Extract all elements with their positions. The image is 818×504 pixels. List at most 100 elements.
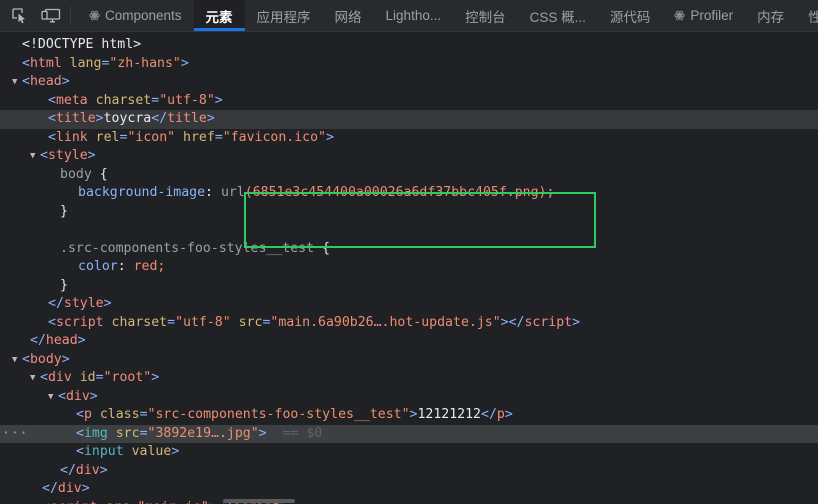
attr-name: src xyxy=(106,500,130,504)
dom-row-img-selected[interactable]: ···<img src="3892e19….jpg"> == $0 xyxy=(0,425,818,444)
space xyxy=(92,407,100,422)
attr-value: "3892e19….jpg" xyxy=(148,426,259,441)
dom-row-style-open[interactable]: ▼<style> xyxy=(0,147,818,166)
dom-row-div-root[interactable]: ▼<div id="root"> xyxy=(0,369,818,388)
dom-row-css-body-close[interactable]: } xyxy=(0,203,818,222)
tag-name: head xyxy=(30,74,62,89)
tag-name: style xyxy=(48,148,88,163)
dom-row-css-bg[interactable]: background-image: url(6851e3c454400a0002… xyxy=(0,184,818,203)
angle-close: > xyxy=(171,444,179,459)
dom-row-link[interactable]: <link rel="icon" href="favicon.ico"> xyxy=(0,129,818,148)
device-toolbar-icon[interactable] xyxy=(40,5,62,27)
space xyxy=(175,130,183,145)
dom-row-blank xyxy=(0,221,818,240)
tab-lighthouse[interactable]: Lightho... xyxy=(374,0,454,31)
dom-row-div-root-close[interactable]: </div> xyxy=(0,480,818,499)
tab-label: CSS 概... xyxy=(530,6,586,26)
tab-console[interactable]: 控制台 xyxy=(453,0,518,31)
dom-row-script-main[interactable]: <script src="main.js"></script> xyxy=(0,499,818,504)
space xyxy=(231,315,239,330)
chevron-down-icon[interactable]: ▼ xyxy=(12,73,22,92)
tab-label: Components xyxy=(105,8,182,23)
dom-row-css-body-sel[interactable]: body { xyxy=(0,166,818,185)
colon: : xyxy=(118,259,134,274)
angle-open: < xyxy=(48,93,56,108)
tab-performance[interactable]: 性能 xyxy=(796,0,818,31)
tab-components[interactable]: Components xyxy=(77,0,194,31)
space xyxy=(92,167,100,182)
dom-row-p[interactable]: <p class="src-components-foo-styles__tes… xyxy=(0,406,818,425)
tag-name: input xyxy=(84,444,124,459)
dom-row-css-test-sel[interactable]: .src-components-foo-styles__test { xyxy=(0,240,818,259)
angle-close: > xyxy=(104,296,112,311)
devtools-tabbar: Components 元素 应用程序 网络 Lightho... 控制台 CSS… xyxy=(0,0,818,32)
angle-open: < xyxy=(48,130,56,145)
dom-row-div-inner[interactable]: ▼<div> xyxy=(0,388,818,407)
dom-row-style-close[interactable]: </style> xyxy=(0,295,818,314)
tag-name: div xyxy=(58,481,82,496)
angle-open: < xyxy=(42,500,50,504)
dom-tree-pane[interactable]: <!DOCTYPE html> <html lang="zh-hans"> ▼<… xyxy=(0,32,818,504)
dom-row-title[interactable]: <title>toycra</title> xyxy=(0,110,818,129)
angle-open-slash: </ xyxy=(481,407,497,422)
tag-name: img xyxy=(84,426,108,441)
attr-value: "src-components-foo-styles__test" xyxy=(148,407,410,422)
tag-name: script xyxy=(56,315,104,330)
horizontal-scrollbar[interactable] xyxy=(223,499,295,503)
tab-profiler[interactable]: Profiler xyxy=(662,0,745,31)
dom-row-html[interactable]: <html lang="zh-hans"> xyxy=(0,55,818,74)
dom-row-css-test-close[interactable]: } xyxy=(0,277,818,296)
tab-application[interactable]: 应用程序 xyxy=(245,0,323,31)
attr-name: lang xyxy=(70,56,102,71)
dom-row-meta[interactable]: <meta charset="utf-8"> xyxy=(0,92,818,111)
dom-row-div-inner-close[interactable]: </div> xyxy=(0,462,818,481)
tag-name: script xyxy=(50,500,98,504)
tag-name: link xyxy=(56,130,88,145)
tag-name: head xyxy=(46,333,78,348)
tab-elements[interactable]: 元素 xyxy=(194,0,245,31)
tab-css-overview[interactable]: CSS 概... xyxy=(518,0,598,31)
breadcrumb-ellipsis[interactable]: ··· xyxy=(2,425,28,444)
attr-name: charset xyxy=(96,93,152,108)
angle-open-slash: </ xyxy=(60,463,76,478)
devtools-tool-icons xyxy=(0,0,66,31)
tab-network[interactable]: 网络 xyxy=(323,0,374,31)
dom-row-head[interactable]: ▼<head> xyxy=(0,73,818,92)
space xyxy=(314,241,322,256)
equals: = xyxy=(140,407,148,422)
chevron-down-icon[interactable]: ▼ xyxy=(12,351,22,370)
angle-open: < xyxy=(22,56,30,71)
css-property: background-image xyxy=(78,185,205,200)
tag-name: html xyxy=(30,56,62,71)
dom-row-head-close[interactable]: </head> xyxy=(0,332,818,351)
dom-row-doctype[interactable]: <!DOCTYPE html> xyxy=(0,36,818,55)
tab-label: 控制台 xyxy=(465,6,506,26)
chevron-down-icon[interactable]: ▼ xyxy=(30,147,40,166)
chevron-down-icon[interactable]: ▼ xyxy=(30,369,40,388)
dom-row-input[interactable]: <input value> xyxy=(0,443,818,462)
dom-row-script-hot[interactable]: <script charset="utf-8" src="main.6a90b2… xyxy=(0,314,818,333)
inspect-element-icon[interactable] xyxy=(8,5,30,27)
angle-open-slash: </ xyxy=(42,481,58,496)
tab-label: 元素 xyxy=(206,6,233,26)
chevron-down-icon[interactable]: ▼ xyxy=(48,388,58,407)
attr-name: src xyxy=(239,315,263,330)
css-value: red; xyxy=(134,259,166,274)
space xyxy=(104,315,112,330)
angle-open: < xyxy=(22,352,30,367)
angle-open: < xyxy=(76,426,84,441)
angle-close: > xyxy=(215,93,223,108)
attr-value: "main.6a90b26….hot-update.js" xyxy=(270,315,500,330)
angle-close: > xyxy=(572,315,580,330)
tab-sources[interactable]: 源代码 xyxy=(598,0,663,31)
dom-row-body[interactable]: ▼<body> xyxy=(0,351,818,370)
text-node: 12121212 xyxy=(417,407,481,422)
tab-memory[interactable]: 内存 xyxy=(745,0,796,31)
tab-label: Lightho... xyxy=(386,8,442,23)
tab-label: 内存 xyxy=(757,6,784,26)
css-property: color xyxy=(78,259,118,274)
attr-name: value xyxy=(132,444,172,459)
dom-row-css-color[interactable]: color: red; xyxy=(0,258,818,277)
angle-open: < xyxy=(40,148,48,163)
angle-open: < xyxy=(22,74,30,89)
